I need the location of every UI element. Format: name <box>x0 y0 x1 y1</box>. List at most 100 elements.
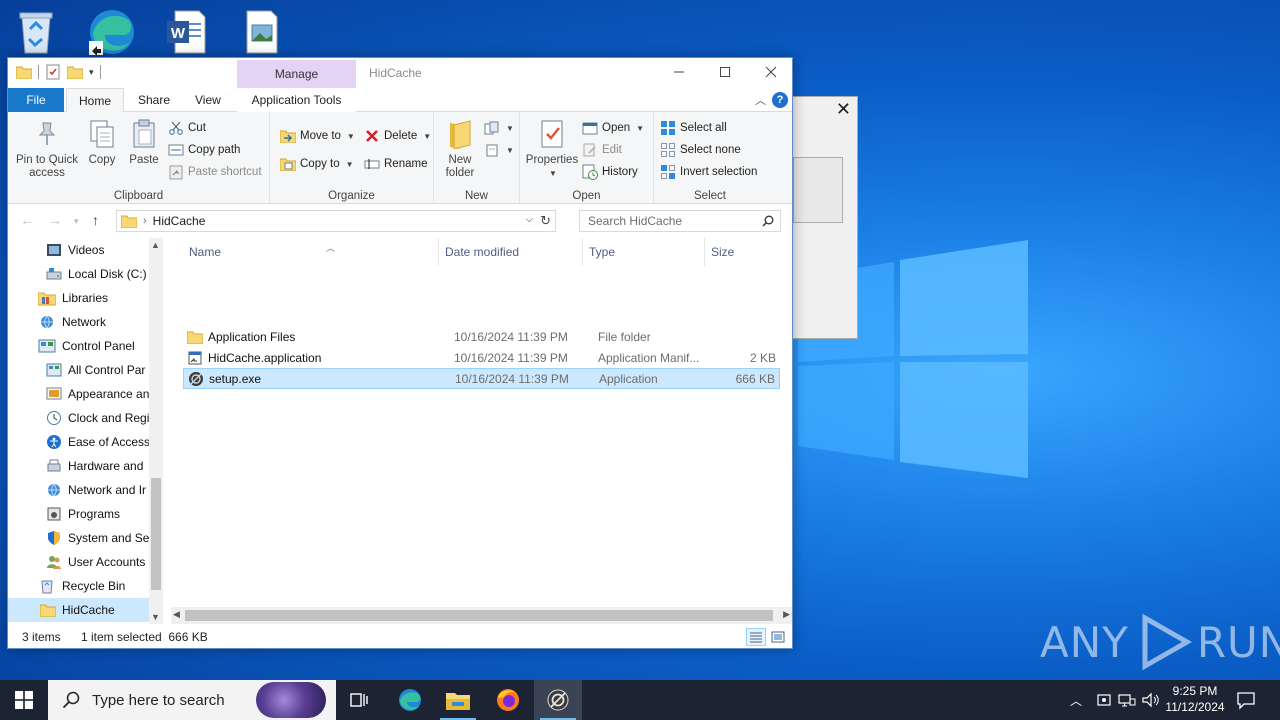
task-view-button[interactable] <box>336 680 384 720</box>
file-row-application-files[interactable]: Application Files 10/16/2024 11:39 PM Fi… <box>183 326 780 347</box>
rename-button[interactable]: Rename <box>364 154 427 174</box>
move-to-button[interactable]: Move to ▼ <box>280 126 355 146</box>
start-button[interactable] <box>0 680 48 720</box>
edit-button[interactable]: Edit <box>582 140 622 160</box>
open-button[interactable]: Open ▼ <box>582 118 644 138</box>
nav-item-programs[interactable]: Programs <box>46 502 120 526</box>
tab-manage[interactable]: Manage <box>237 60 356 88</box>
new-folder-qat-icon[interactable] <box>67 65 83 79</box>
breadcrumb-chevron-right-icon[interactable]: › <box>143 215 147 227</box>
nav-item-network[interactable]: Network <box>38 310 106 334</box>
back-arrow-icon[interactable]: ← <box>20 212 34 228</box>
paste-shortcut-button[interactable]: Paste shortcut <box>168 162 262 182</box>
nav-item-system-security[interactable]: System and Sec <box>46 526 155 550</box>
tab-share[interactable]: Share <box>126 88 182 112</box>
refresh-icon[interactable]: ↻ <box>540 213 551 229</box>
properties-qat-icon[interactable] <box>45 64 61 80</box>
invert-selection-button[interactable]: Invert selection <box>660 162 757 182</box>
appearance-icon <box>46 387 62 400</box>
nav-item-user-accounts[interactable]: User Accounts <box>46 550 145 574</box>
select-none-label: Select none <box>680 144 741 156</box>
file-explorer-taskbar-button[interactable] <box>434 680 482 720</box>
tablet-mode-icon[interactable] <box>1096 692 1112 708</box>
easy-access-button[interactable]: ▼ <box>484 140 514 160</box>
nav-item-control-panel[interactable]: Control Panel <box>38 334 135 358</box>
scroll-down-chevron-icon[interactable]: ▼ <box>151 612 160 622</box>
select-none-button[interactable]: Select none <box>660 140 741 160</box>
file-list-horizontal-scrollbar[interactable]: ◀ ▶ <box>171 607 792 624</box>
image-file-desktop-icon[interactable] <box>234 4 290 60</box>
minimize-ribbon-chevron-up-icon[interactable]: ︿ <box>755 92 766 108</box>
nav-item-appearance[interactable]: Appearance an <box>46 382 149 406</box>
address-bar[interactable]: › HidCache ⌵ ↻ <box>116 210 556 232</box>
minimize-button[interactable] <box>656 58 702 86</box>
nav-item-network-internet[interactable]: Network and Ir <box>46 478 146 502</box>
large-icons-view-button[interactable] <box>768 628 788 646</box>
nav-item-libraries[interactable]: Libraries <box>38 286 108 310</box>
paste-button[interactable]: Paste <box>126 118 162 167</box>
show-hidden-icons-chevron-up-icon[interactable]: ︿ <box>1070 692 1082 709</box>
help-icon[interactable]: ? <box>772 92 788 108</box>
copy-button[interactable]: Copy <box>84 118 120 167</box>
close-button[interactable] <box>748 58 794 86</box>
edge-taskbar-button[interactable] <box>386 680 434 720</box>
scroll-right-chevron-icon[interactable]: ▶ <box>783 609 790 620</box>
recent-locations-chevron-down-icon[interactable]: ▾ <box>74 216 79 227</box>
hardware-icon <box>47 459 61 472</box>
customize-qat-chevron-down-icon[interactable]: ▾ <box>89 67 94 78</box>
tab-view[interactable]: View <box>183 88 233 112</box>
copy-path-button[interactable]: Copy path <box>168 140 240 160</box>
firefox-taskbar-button[interactable] <box>484 680 532 720</box>
scrollbar-thumb[interactable] <box>185 610 773 621</box>
taskbar-search-input[interactable]: Type here to search <box>48 680 336 720</box>
column-header-date-modified[interactable]: Date modified <box>439 238 583 266</box>
scrollbar-thumb[interactable] <box>151 478 161 590</box>
details-view-button[interactable] <box>746 628 766 646</box>
word-doc-desktop-icon[interactable]: W <box>158 4 214 60</box>
navigation-pane-scrollbar[interactable]: ▲ ▼ <box>149 238 163 624</box>
nav-item-clock-region[interactable]: Clock and Regi <box>46 406 149 430</box>
taskbar-clock[interactable]: 9:25 PM 11/12/2024 <box>1162 683 1228 715</box>
column-header-name[interactable]: ︿ Name <box>183 238 439 266</box>
scroll-left-chevron-icon[interactable]: ◀ <box>173 609 180 620</box>
copy-to-button[interactable]: Copy to ▼ <box>280 154 354 174</box>
cut-button[interactable]: Cut <box>168 118 206 138</box>
nav-item-ease-of-access[interactable]: Ease of Access <box>46 430 150 454</box>
close-icon[interactable]: ✕ <box>836 99 851 120</box>
scroll-up-chevron-icon[interactable]: ▲ <box>151 240 160 250</box>
search-input[interactable]: Search HidCache <box>579 210 781 232</box>
column-header-type[interactable]: Type <box>583 238 705 266</box>
nav-item-recycle-bin[interactable]: Recycle Bin <box>38 574 125 598</box>
address-dropdown-chevron-down-icon[interactable]: ⌵ <box>525 214 533 225</box>
chevron-down-icon: ▼ <box>345 159 354 169</box>
delete-button[interactable]: Delete ▼ <box>364 126 431 146</box>
nav-item-all-control-panel[interactable]: All Control Par <box>46 358 145 382</box>
new-folder-button[interactable]: New folder <box>440 118 480 180</box>
new-item-button[interactable]: ▼ <box>484 118 514 138</box>
setup-taskbar-button[interactable] <box>534 680 582 720</box>
notifications-icon[interactable] <box>1236 690 1256 710</box>
file-row-setup-exe[interactable]: setup.exe 10/16/2024 11:39 PM Applicatio… <box>183 368 780 389</box>
invert-selection-icon <box>660 164 676 180</box>
up-arrow-icon[interactable]: ↑ <box>92 212 99 228</box>
breadcrumb-hidcache[interactable]: HidCache <box>153 214 206 228</box>
forward-arrow-icon[interactable]: → <box>48 212 62 228</box>
maximize-button[interactable] <box>702 58 748 86</box>
tab-file[interactable]: File <box>8 88 64 112</box>
tab-home[interactable]: Home <box>66 88 125 113</box>
tab-application-tools[interactable]: Application Tools <box>237 88 356 112</box>
nav-item-hidcache[interactable]: HidCache <box>8 598 149 622</box>
nav-item-local-disk[interactable]: Local Disk (C:) <box>46 262 147 286</box>
history-button[interactable]: History <box>582 162 638 182</box>
nav-item-hardware[interactable]: Hardware and <box>46 454 143 478</box>
recycle-bin-desktop-icon[interactable] <box>8 4 64 60</box>
volume-icon[interactable] <box>1142 692 1160 708</box>
pin-to-quick-access-button[interactable]: Pin to Quick access <box>14 118 80 180</box>
select-all-button[interactable]: Select all <box>660 118 727 138</box>
file-row-hidcache-application[interactable]: HidCache.application 10/16/2024 11:39 PM… <box>183 347 780 368</box>
edge-desktop-icon[interactable] <box>84 4 140 60</box>
network-status-icon[interactable] <box>1118 692 1136 708</box>
properties-button[interactable]: Properties ▼ <box>524 118 580 180</box>
column-header-size[interactable]: Size <box>705 238 781 266</box>
nav-item-videos[interactable]: Videos <box>46 238 104 262</box>
